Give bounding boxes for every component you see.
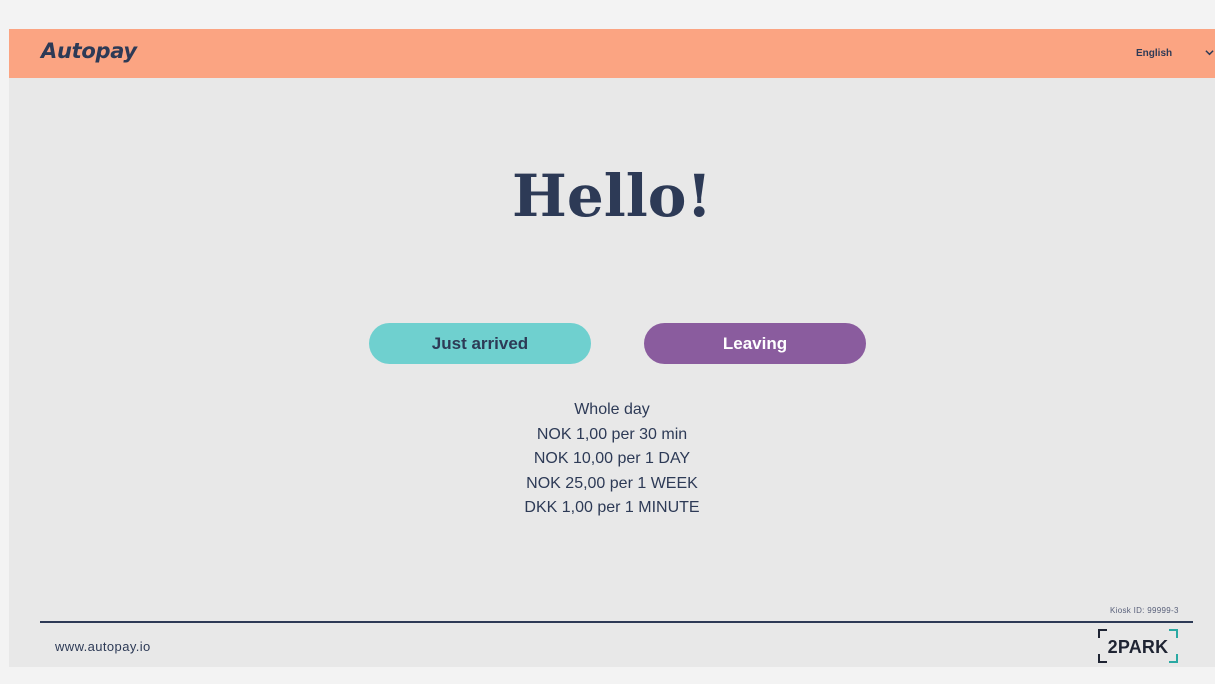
price-line: Whole day [574, 401, 650, 418]
autopay-logo: Autopay [41, 39, 137, 63]
price-line: NOK 25,00 per 1 WEEK [526, 474, 698, 492]
price-list: Whole day NOK 1,00 per 30 min NOK 10,00 … [9, 398, 1215, 521]
language-selected-label: English [1136, 48, 1173, 59]
kiosk-id-label: Kiosk ID: 99999-3 [1110, 606, 1179, 615]
language-selector[interactable]: English [1105, 29, 1215, 78]
website-link[interactable]: www.autopay.io [55, 639, 151, 654]
2park-logo-text: 2PARK [1107, 637, 1169, 657]
greeting-title: Hello! [512, 162, 712, 230]
2park-logo: 2PARK [1098, 629, 1178, 663]
price-line: NOK 10,00 per 1 DAY [533, 450, 691, 468]
price-line: DKK 1,00 per 1 MINUTE [524, 499, 700, 517]
logo-accent-mark [42, 53, 50, 55]
header-bar: Autopay English [9, 29, 1215, 78]
price-line: NOK 1,00 per 30 min [536, 425, 688, 443]
leaving-button[interactable]: Leaving [644, 323, 866, 364]
chevron-down-icon [1205, 50, 1214, 56]
footer-divider [40, 621, 1193, 623]
kiosk-screen: Autopay English Hello! Just arrived Leav… [9, 29, 1215, 667]
just-arrived-button[interactable]: Just arrived [369, 323, 591, 364]
